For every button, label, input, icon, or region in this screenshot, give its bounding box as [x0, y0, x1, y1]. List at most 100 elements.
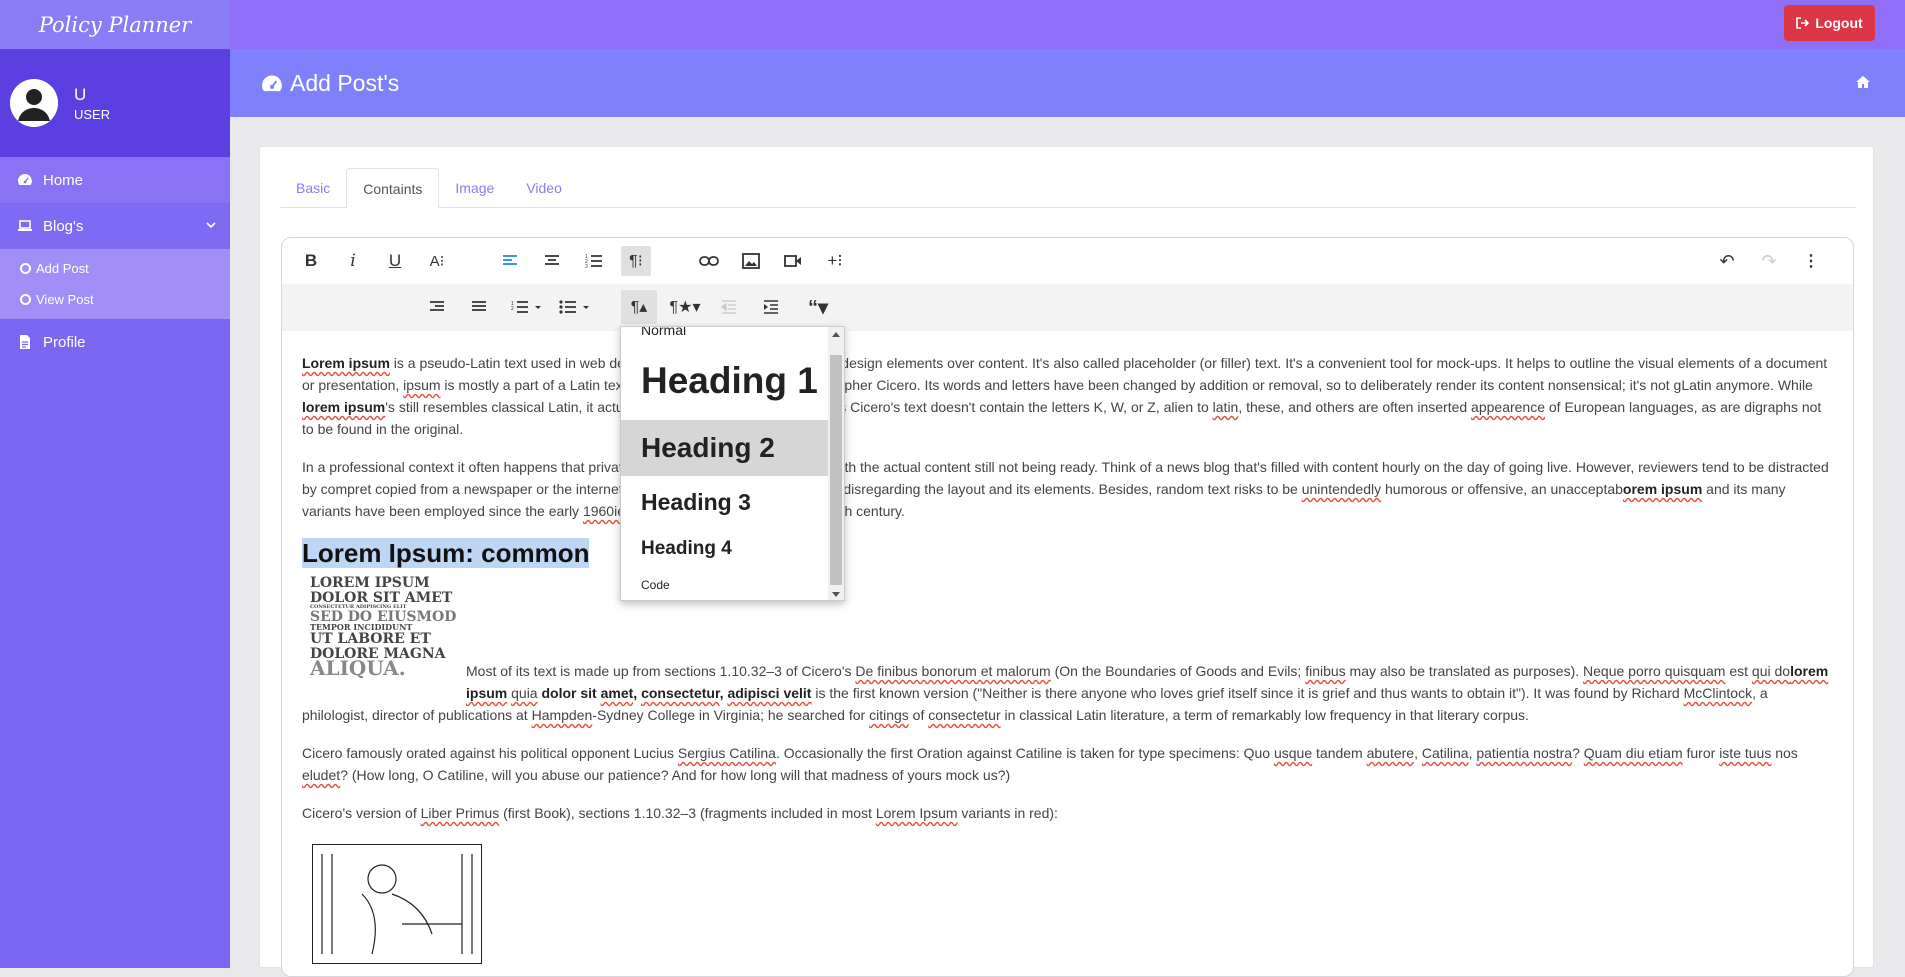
text-run: abutere [1366, 745, 1415, 761]
tab-containts[interactable]: Containts [346, 168, 440, 209]
text-run: variants in red): [957, 805, 1058, 821]
text-run: in classical Latin literature, a term of… [1000, 707, 1529, 723]
rich-text-editor: B i U A⁝ 123 ¶⁝ +⁝ ↶ ↷ ⋮ 12 ¶▴ ¶★▾ “▾ Lo… [281, 237, 1854, 977]
circle-icon [20, 263, 31, 274]
lorem-ipsum-image[interactable]: LOREM IPSUM DOLOR SIT AMET CONSECTETUR A… [304, 574, 456, 678]
text-run: qui do [1751, 663, 1791, 679]
sidebar-item-blogs[interactable]: Blog's [0, 203, 230, 249]
text-run: lorem ipsum [302, 399, 386, 415]
dropdown-scrollbar[interactable] [828, 327, 844, 600]
text-run: unintendedly [1301, 481, 1382, 497]
text-run: Sergius Catilina [677, 745, 776, 761]
text-run: ? [1572, 745, 1584, 761]
text-run: Hampden [531, 707, 593, 723]
align-justify-icon[interactable] [464, 292, 494, 322]
text-run: of [908, 707, 929, 723]
scroll-up-icon[interactable] [832, 331, 840, 337]
text-run: (On the Boundaries of Goods and Evils; [1050, 663, 1306, 679]
paragraph-style-dropdown-icon[interactable]: ¶★▾ [667, 292, 703, 322]
tab-video[interactable]: Video [510, 168, 578, 208]
logout-label: Logout [1815, 15, 1863, 31]
link-icon[interactable] [694, 246, 724, 276]
align-right-icon[interactable] [422, 292, 452, 322]
quote-dropdown-icon[interactable]: “▾ [800, 292, 836, 322]
dropdown-item-code[interactable]: Code [621, 573, 830, 597]
topbar [230, 0, 1905, 49]
sidebar-item-profile[interactable]: Profile [0, 319, 230, 365]
more-insert-icon[interactable]: +⁝ [820, 246, 850, 276]
dropdown-item-heading-3[interactable]: Heading 3 [621, 479, 830, 525]
brand-logo[interactable]: Policy Planner [0, 0, 230, 49]
bold-icon[interactable]: B [296, 246, 326, 276]
text-run: (first Book), sections 1.10.32–3 (fragme… [499, 805, 876, 821]
text-run: Cicero famously orated against his polit… [302, 745, 678, 761]
text-run: McClintock [1683, 685, 1753, 701]
sidebar-item-add-post[interactable]: Add Post [0, 253, 230, 284]
sidebar-item-home[interactable]: Home [0, 157, 230, 203]
paragraph-format-icon[interactable]: ¶⁝ [621, 246, 651, 276]
svg-text:UT LABORE ET: UT LABORE ET [310, 631, 431, 647]
text-run: appearence [1471, 399, 1545, 415]
text-run: Liber Primus [420, 805, 500, 821]
text-run: Quam diu etiam [1583, 745, 1683, 761]
undo-icon[interactable]: ↶ [1712, 246, 1742, 276]
text-run: iste tuus [1719, 745, 1772, 761]
text-run: , [1414, 745, 1422, 761]
redo-icon[interactable]: ↷ [1754, 246, 1784, 276]
dashboard-icon [262, 74, 282, 91]
paragraph-format-dropdown: Normal Heading 1 Heading 2 Heading 3 Hea… [620, 326, 845, 601]
page-title-text: Add Post's [290, 70, 400, 96]
text-run: , [633, 685, 642, 701]
text-run: adipisci velit [727, 685, 812, 701]
text-run: est [1725, 663, 1752, 679]
sidebar-item-view-post[interactable]: View Post [0, 284, 230, 315]
insert-image-icon[interactable] [736, 246, 766, 276]
underline-icon[interactable]: U [380, 246, 410, 276]
insert-video-icon[interactable] [778, 246, 808, 276]
home-icon[interactable] [1855, 75, 1871, 89]
scroll-down-icon[interactable] [832, 592, 840, 598]
sidebar-item-label: Profile [43, 333, 86, 351]
italic-icon[interactable]: i [338, 246, 368, 276]
text-run: usque [1273, 745, 1313, 761]
scrollbar-thumb[interactable] [830, 355, 842, 585]
svg-text:3: 3 [585, 264, 588, 268]
user-role: USER [74, 106, 111, 122]
text-run: furor [1682, 745, 1720, 761]
ordered-list-dropdown-icon[interactable]: 12 [506, 292, 546, 322]
sidebar-item-label: View Post [36, 292, 94, 307]
logout-button[interactable]: Logout [1784, 5, 1875, 41]
text-run: ipsum [403, 377, 441, 393]
tab-basic[interactable]: Basic [280, 168, 346, 208]
align-center-icon[interactable] [537, 246, 567, 276]
text-style-icon[interactable]: A⁝ [422, 246, 452, 276]
text-run: dolor sit [537, 685, 601, 701]
text-run: De finibus bonorum et malorum [855, 663, 1051, 679]
dropdown-item-heading-1[interactable]: Heading 1 [621, 349, 830, 413]
text-run: In a professional context it often happe… [302, 459, 623, 475]
align-left-icon[interactable] [495, 246, 525, 276]
editor-content[interactable]: Lorem ipsum is a pseudo-Latin text used … [302, 352, 1833, 964]
ordered-list-icon[interactable]: 123 [579, 246, 609, 276]
paragraph-format-dropdown-icon[interactable]: ¶▴ [621, 290, 657, 324]
sidebar: Policy Planner U USER Home Blog's Add Po… [0, 0, 230, 968]
text-run: humorous or offensive, an unacceptab [1381, 481, 1623, 497]
indent-icon[interactable] [756, 292, 786, 322]
dropdown-item-heading-4[interactable]: Heading 4 [621, 528, 830, 570]
outdent-icon[interactable] [714, 292, 744, 322]
avatar [10, 79, 58, 127]
bullet-list-dropdown-icon[interactable] [554, 292, 594, 322]
svg-text:LOREM IPSUM: LOREM IPSUM [310, 575, 430, 591]
woodcut-image[interactable] [312, 844, 482, 964]
text-run: consectetur [641, 685, 720, 701]
dropdown-item-normal[interactable]: Normal [621, 327, 830, 340]
tab-image[interactable]: Image [439, 168, 510, 208]
more-options-icon[interactable]: ⋮ [1796, 246, 1826, 276]
sidebar-item-label: Blog's [43, 217, 84, 235]
circle-icon [20, 294, 31, 305]
dropdown-item-heading-2[interactable]: Heading 2 [621, 420, 830, 476]
post-card: Basic Containts Image Video B i U A⁝ 123… [259, 146, 1874, 977]
text-run: Lorem Ipsum [875, 805, 958, 821]
text-run: amet [600, 685, 634, 701]
chevron-down-icon [206, 222, 216, 229]
